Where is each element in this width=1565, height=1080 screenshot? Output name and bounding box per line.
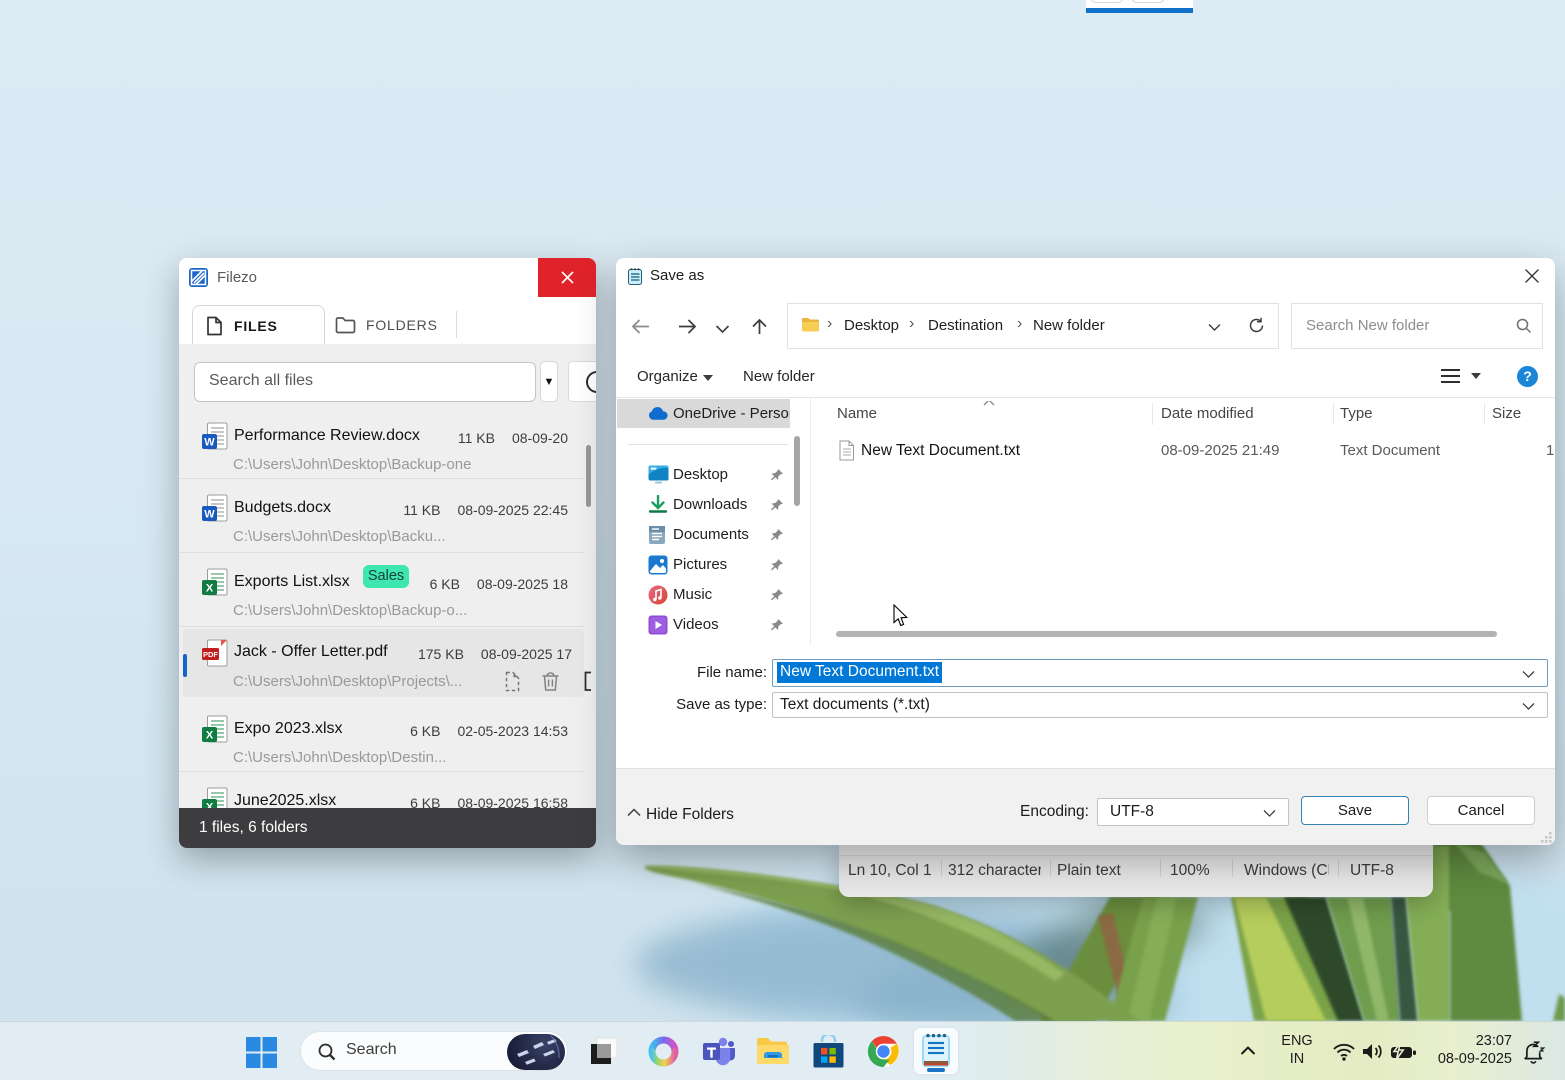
svg-text:X: X [206, 730, 214, 742]
svg-text:W: W [204, 509, 215, 521]
svg-text:X: X [206, 583, 214, 595]
svg-text:PDF: PDF [203, 650, 218, 659]
svg-text:W: W [204, 437, 215, 449]
